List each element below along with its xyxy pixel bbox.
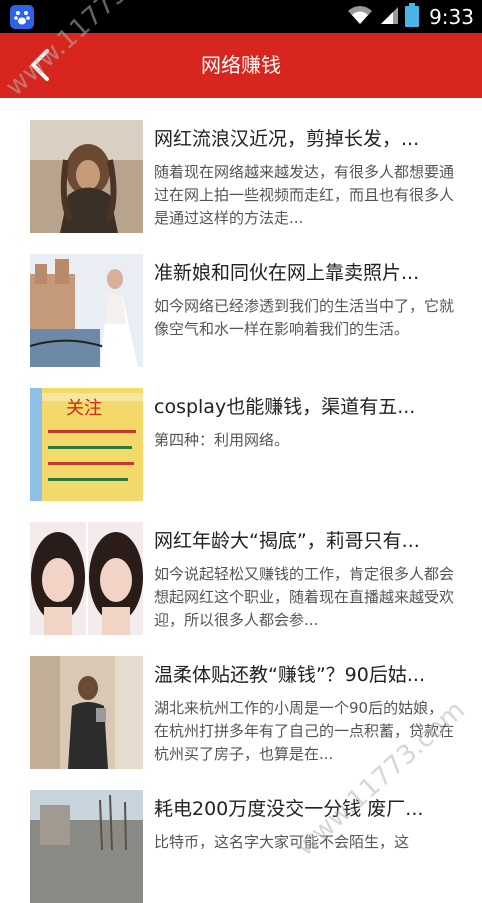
header-bar: 网络赚钱 [0, 33, 482, 98]
wifi-icon [347, 5, 373, 29]
article-item[interactable]: 网红流浪汉近况，剪掉长发，... 随着现在网络越来越发达，有很多人都想要通过在网… [0, 98, 482, 233]
article-title: 温柔体贴还教“赚钱”？90后姑... [154, 664, 425, 686]
article-thumbnail: 关注 [30, 388, 143, 501]
article-summary: 湖北来杭州工作的小周是一个90后的姑娘，在杭州打拼多年有了自己的一点积蓄，贷款在… [154, 699, 455, 763]
article-summary: 比特币，这名字大家可能不会陌生，这 [154, 833, 410, 851]
article-thumbnail [30, 790, 143, 903]
status-time: 9:33 [429, 4, 474, 29]
article-summary: 如今说起轻松又赚钱的工作，肯定很多人都会想起网红这个职业，随着现在直播越来越受欢… [154, 565, 455, 629]
article-summary: 第四种：利用网络。 [154, 431, 290, 449]
status-bar: 9:33 [0, 0, 482, 33]
article-thumbnail [30, 120, 143, 233]
article-thumbnail [30, 522, 143, 635]
article-summary: 随着现在网络越来越发达，有很多人都想要通过在网上拍一些视频而走红，而且也有很多人… [154, 163, 455, 227]
article-item[interactable]: 耗电200万度没交一分钱 废厂... 比特币，这名字大家可能不会陌生，这 [0, 768, 482, 903]
thumbnail-banner-text: 关注 [66, 398, 102, 419]
article-title: cosplay也能赚钱，渠道有五... [154, 396, 416, 418]
article-item[interactable]: 网红年龄大“揭底”，莉哥只有... 如今说起轻松又赚钱的工作，肯定很多人都会想起… [0, 500, 482, 635]
article-summary: 如今网络已经渗透到我们的生活当中了，它就像空气和水一样在影响着我们的生活。 [154, 297, 455, 338]
article-item[interactable]: 关注 cosplay也能赚钱，渠道有五... 第四种：利用网络。 [0, 366, 482, 501]
article-title: 耗电200万度没交一分钱 废厂... [154, 798, 424, 820]
article-title: 网红流浪汉近况，剪掉长发，... [154, 128, 420, 150]
back-button[interactable] [20, 45, 60, 85]
signal-icon [379, 5, 399, 29]
back-arrow-icon [31, 49, 49, 81]
article-title: 准新娘和同伙在网上靠卖照片... [154, 262, 420, 284]
page-title: 网络赚钱 [201, 53, 281, 77]
article-item[interactable]: 温柔体贴还教“赚钱”？90后姑... 湖北来杭州工作的小周是一个90后的姑娘，在… [0, 634, 482, 769]
article-title: 网红年龄大“揭底”，莉哥只有... [154, 530, 420, 552]
article-thumbnail [30, 254, 143, 367]
baidu-paw-icon [10, 5, 34, 29]
battery-icon [405, 2, 420, 31]
article-item[interactable]: 准新娘和同伙在网上靠卖照片... 如今网络已经渗透到我们的生活当中了，它就像空气… [0, 232, 482, 367]
article-thumbnail [30, 656, 143, 769]
